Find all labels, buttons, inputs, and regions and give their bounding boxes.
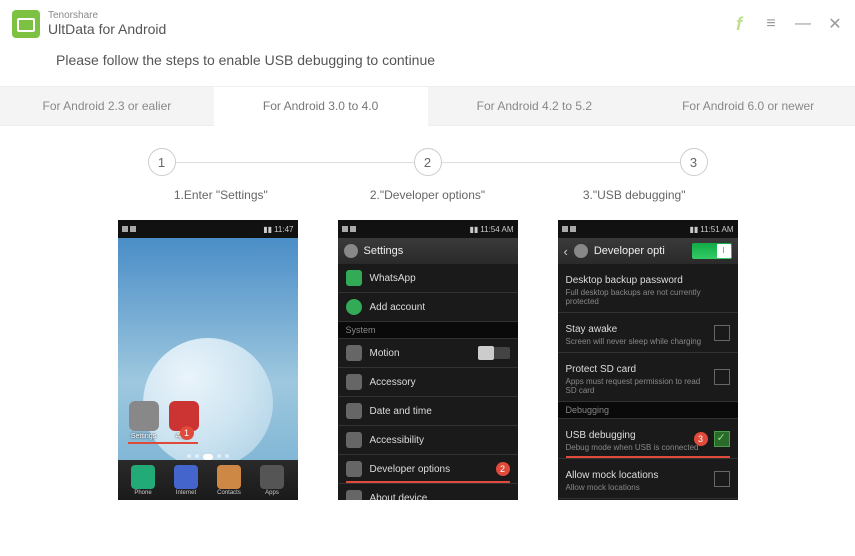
close-icon[interactable]: ✕ [827,14,843,34]
version-tabs: For Android 2.3 or ealier For Android 3.… [0,86,855,126]
list-item: Desktop backup passwordFull desktop back… [558,264,738,313]
back-icon: ‹ [564,244,568,259]
clock: 11:47 [274,225,293,234]
master-toggle: I [692,243,732,259]
list-item: Stay awakeScreen will never sleep while … [558,313,738,353]
minimize-icon[interactable]: — [795,15,811,33]
status-bar: ▮▮11:47 [118,220,298,238]
settings-list: WhatsApp Add account System Motion Acces… [338,264,518,500]
window-controls: f ≡ — ✕ [731,14,843,35]
list-item-usb-debugging: USB debuggingDebug mode when USB is conn… [558,419,738,459]
tab-android-3-4[interactable]: For Android 3.0 to 4.0 [214,86,428,126]
checkbox-checked [714,431,730,447]
step-line [176,162,414,163]
settings-header: Settings [338,238,518,264]
phone-1-home: ▮▮11:47 Settings Apps 1 [118,220,298,500]
list-item: Add account [338,293,518,322]
highlight-marker-3: 3 [694,432,708,446]
checkbox [714,369,730,385]
step-1-label: 1.Enter "Settings" [118,188,325,202]
highlight-line [128,442,198,444]
step-indicator: 1 2 3 [148,148,708,176]
highlight-marker-1: 1 [180,426,194,440]
tab-android-6[interactable]: For Android 6.0 or newer [641,86,855,126]
instruction-text: Please follow the steps to enable USB de… [0,48,855,86]
settings-app-icon: Settings [126,401,162,440]
step-1-circle: 1 [148,148,176,176]
list-item: Accessory [338,368,518,397]
clock: 11:54 AM [480,225,513,234]
status-bar: ▮▮11:51 AM [558,220,738,238]
step-3-circle: 3 [680,148,708,176]
phone-screenshots: ▮▮11:47 Settings Apps 1 [0,220,855,500]
phone-2-settings: ▮▮11:54 AM Settings WhatsApp Add account… [338,220,518,500]
gear-icon [344,244,358,258]
phone-3-developer-options: ▮▮11:51 AM ‹ Developer opti I Desktop ba… [558,220,738,500]
list-item-developer-options: Developer options2 [338,455,518,484]
list-item: Accessibility [338,426,518,455]
list-item: Protect SD cardApps must request permiss… [558,353,738,402]
highlight-line [566,456,730,458]
checkbox [714,471,730,487]
highlight-marker-2: 2 [496,462,510,476]
list-item: Date and time [338,397,518,426]
feedback-icon[interactable]: f [731,14,747,35]
highlight-line [346,481,510,483]
list-item: Motion [338,339,518,368]
tab-android-4-5[interactable]: For Android 4.2 to 5.2 [428,86,642,126]
step-3-label: 3."USB debugging" [531,188,738,202]
step-2-circle: 2 [414,148,442,176]
step-line [442,162,680,163]
step-labels: 1.Enter "Settings" 2."Developer options"… [118,188,738,202]
title-bar: Tenorshare UltData for Android f ≡ — ✕ [0,0,855,48]
list-item: Allow mock locationsAllow mock locations [558,459,738,499]
list-item: About device [338,484,518,500]
clock: 11:51 AM [700,225,733,234]
dev-options-header: ‹ Developer opti I [558,238,738,264]
menu-icon[interactable]: ≡ [763,15,779,33]
gear-icon [574,244,588,258]
toggle [478,347,510,359]
tab-android-2-3[interactable]: For Android 2.3 or ealier [0,86,214,126]
app-logo [12,10,40,38]
checkbox [714,325,730,341]
app-title: Tenorshare UltData for Android [48,11,166,38]
step-2-label: 2."Developer options" [324,188,531,202]
brand-text: Tenorshare [48,11,166,21]
dev-options-list: Desktop backup passwordFull desktop back… [558,264,738,500]
dock: Phone Internet Contacts Apps [118,460,298,500]
status-bar: ▮▮11:54 AM [338,220,518,238]
list-item: WhatsApp [338,264,518,293]
product-name: UltData for Android [48,21,166,38]
list-item: Select debug appNo debug application set [558,499,738,500]
section-header: Debugging [558,402,738,419]
section-header: System [338,322,518,339]
